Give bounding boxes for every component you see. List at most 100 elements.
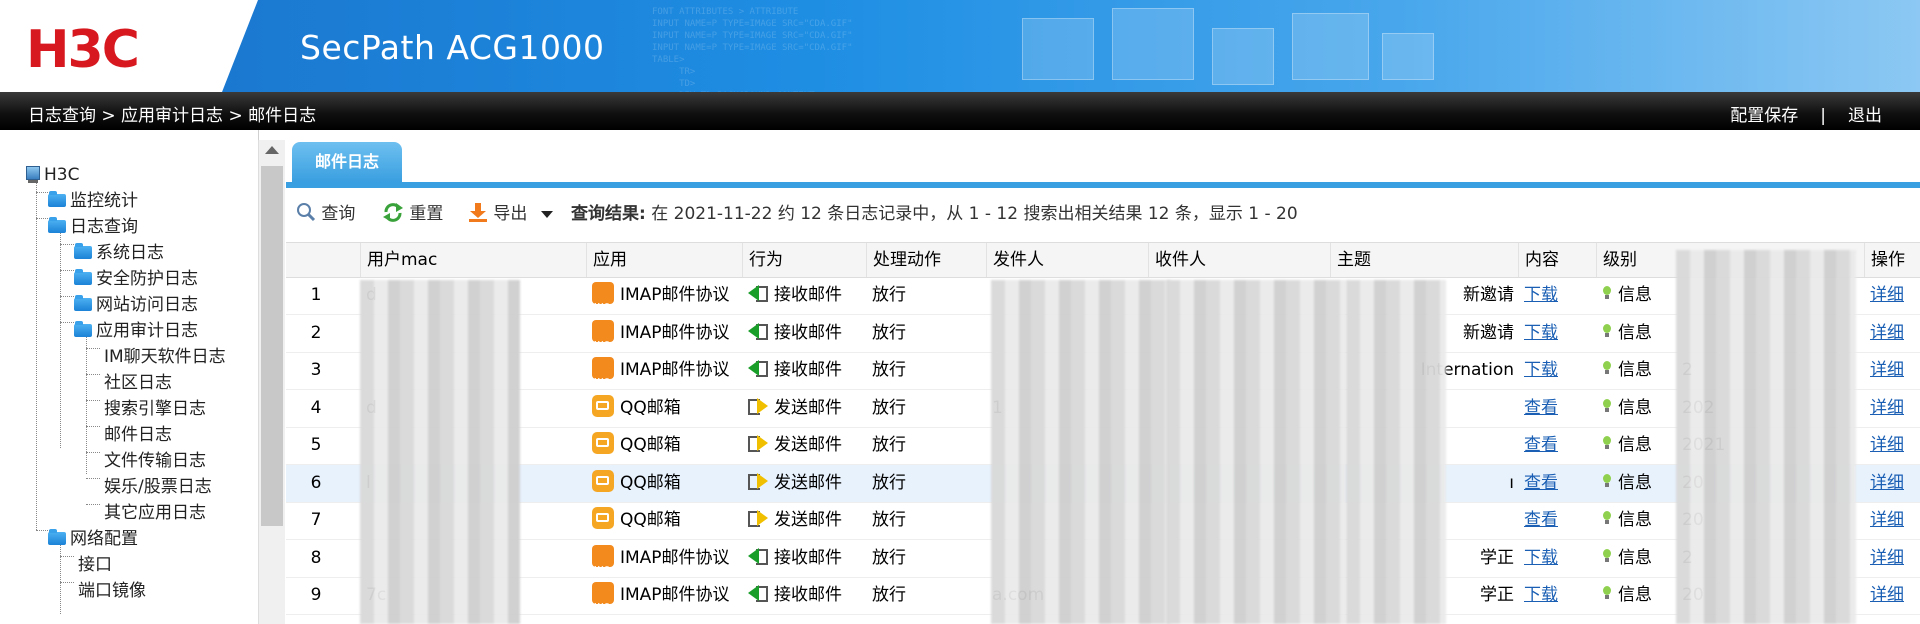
cell-level: 信息 xyxy=(1602,427,1676,464)
breadcrumb: 日志查询 > 应用审计日志 > 邮件日志 xyxy=(28,106,317,126)
cell-app: IMAP邮件协议 xyxy=(592,577,744,614)
detail-link[interactable]: 详细 xyxy=(1870,465,1920,502)
sidebar-tree: H3C 监控统计 日志查询 系统日志 安全防护日志 网站访问日志 应用审计日志 … xyxy=(0,130,259,624)
cell-content-link[interactable]: 下载 xyxy=(1524,577,1584,614)
tree-item-other-log[interactable]: 其它应用日志 xyxy=(104,500,206,526)
col-subject: 主题 xyxy=(1330,243,1517,277)
save-config-link[interactable]: 配置保存 xyxy=(1730,106,1798,126)
qq-mail-icon xyxy=(592,507,614,529)
cell-handle: 放行 xyxy=(872,397,906,418)
imap-icon xyxy=(592,319,614,352)
tree-item-monitor[interactable]: 监控统计 xyxy=(48,188,138,214)
cell-action: 发送邮件 xyxy=(748,502,864,539)
cell-content-link[interactable]: 下载 xyxy=(1524,540,1584,577)
query-button[interactable]: 查询 xyxy=(296,202,355,226)
cell-handle: 放行 xyxy=(872,510,906,530)
bulb-icon xyxy=(1602,511,1612,525)
row-number: 2 xyxy=(310,322,322,343)
sidebar-scrollbar[interactable] xyxy=(258,140,285,624)
scroll-up-icon[interactable] xyxy=(265,146,279,154)
detail-link[interactable]: 详细 xyxy=(1870,502,1920,539)
reset-button[interactable]: 重置 xyxy=(382,202,443,226)
tree-item-mail-log[interactable]: 邮件日志 xyxy=(104,422,172,448)
app-header: H3C FONT ATTRIBUTES > ATTRIBUTE INPUT NA… xyxy=(0,0,1920,92)
logout-link[interactable]: 退出 xyxy=(1848,106,1882,126)
cell-content-link[interactable]: 下载 xyxy=(1524,352,1584,389)
table-header: 用户mac 应用 行为 处理动作 发件人 收件人 主题 内容 级别 操作 xyxy=(286,242,1920,278)
cell-app: QQ邮箱 xyxy=(592,502,744,539)
cell-handle: 放行 xyxy=(872,585,906,605)
cell-content-link[interactable]: 查看 xyxy=(1524,427,1584,464)
cell-content-link[interactable]: 查看 xyxy=(1524,465,1584,502)
detail-link[interactable]: 详细 xyxy=(1870,577,1920,614)
col-level: 级别 xyxy=(1596,243,1683,277)
redaction-subject xyxy=(1346,280,1446,624)
cell-level: 信息 xyxy=(1602,502,1676,539)
folder-open-icon xyxy=(48,216,66,233)
tab-mail-log[interactable]: 邮件日志 xyxy=(292,142,402,182)
detail-link[interactable]: 详细 xyxy=(1870,390,1920,427)
cell-action: 接收邮件 xyxy=(748,540,864,577)
detail-link[interactable]: 详细 xyxy=(1870,427,1920,464)
cell-app: IMAP邮件协议 xyxy=(592,315,744,352)
tree-item-community-log[interactable]: 社区日志 xyxy=(104,370,172,396)
main-content: 邮件日志 查询 重置 导出 查询结果: 在 2021-11-22 约 12 条日… xyxy=(286,130,1920,624)
col-content: 内容 xyxy=(1518,243,1595,277)
cell-handle: 放行 xyxy=(872,472,906,493)
detail-link[interactable]: 详细 xyxy=(1870,540,1920,577)
tree-item-log-query[interactable]: 日志查询 xyxy=(48,214,138,240)
receive-mail-icon xyxy=(748,285,768,302)
receive-mail-icon xyxy=(748,585,768,602)
chevron-down-icon xyxy=(540,210,553,218)
detail-link[interactable]: 详细 xyxy=(1870,315,1920,352)
tree-item-app-audit-log[interactable]: 应用审计日志 xyxy=(74,318,198,344)
folder-icon xyxy=(74,242,92,259)
cell-content-link[interactable]: 下载 xyxy=(1524,277,1584,314)
tree-item-entertainment-log[interactable]: 娱乐/股票日志 xyxy=(104,474,212,500)
tree-item-web-log[interactable]: 网站访问日志 xyxy=(74,292,198,318)
col-handle: 处理动作 xyxy=(866,243,983,277)
qq-mail-icon xyxy=(592,432,614,454)
redaction-recipient xyxy=(1166,280,1346,624)
cell-app: QQ邮箱 xyxy=(592,427,744,464)
imap-icon xyxy=(592,357,614,389)
tree-root-h3c[interactable]: H3C xyxy=(24,162,79,188)
cell-app: IMAP邮件协议 xyxy=(592,352,744,389)
tree-item-security-log[interactable]: 安全防护日志 xyxy=(74,266,198,292)
bulb-icon xyxy=(1602,286,1612,300)
bulb-icon xyxy=(1602,548,1612,563)
imap-icon xyxy=(592,282,614,314)
cell-action: 接收邮件 xyxy=(748,577,864,614)
tree-item-network-config[interactable]: 网络配置 xyxy=(48,526,138,552)
tree-item-file-log[interactable]: 文件传输日志 xyxy=(104,448,206,474)
col-operation: 操作 xyxy=(1864,243,1920,277)
tree-item-im-log[interactable]: IM聊天软件日志 xyxy=(104,344,226,370)
cell-content-link[interactable]: 查看 xyxy=(1524,390,1584,427)
cell-level: 信息 xyxy=(1602,277,1676,314)
cell-level: 信息 xyxy=(1602,352,1676,389)
cell-content-link[interactable]: 下载 xyxy=(1524,315,1584,352)
receive-mail-icon xyxy=(748,547,768,565)
detail-link[interactable]: 详细 xyxy=(1870,352,1920,389)
banner-code-decoration: FONT ATTRIBUTES > ATTRIBUTE INPUT NAME=P… xyxy=(652,7,853,92)
cell-level: 信息 xyxy=(1602,540,1676,577)
export-button[interactable]: 导出 xyxy=(468,202,553,226)
receive-mail-icon xyxy=(748,360,768,377)
imap-icon xyxy=(592,582,614,614)
nav-bar: 日志查询 > 应用审计日志 > 邮件日志 配置保存 | 退出 xyxy=(0,92,1920,130)
detail-link[interactable]: 详细 xyxy=(1870,277,1920,314)
query-result: 查询结果: 在 2021-11-22 约 12 条日志记录中，从 1 - 12 … xyxy=(571,204,1298,224)
tree-item-port-mirror[interactable]: 端口镜像 xyxy=(78,578,146,604)
row-number: 7 xyxy=(310,510,322,530)
tree-item-search-log[interactable]: 搜索引擎日志 xyxy=(104,396,206,422)
cell-app: QQ邮箱 xyxy=(592,390,744,427)
col-app: 应用 xyxy=(586,243,743,277)
nav-actions: 配置保存 | 退出 xyxy=(1730,101,1882,126)
tree-item-interface[interactable]: 接口 xyxy=(78,552,112,578)
scroll-thumb[interactable] xyxy=(261,166,283,526)
product-name: SecPath ACG1000 xyxy=(300,28,605,67)
folder-icon xyxy=(48,190,66,207)
bulb-icon xyxy=(1602,473,1612,488)
cell-content-link[interactable]: 查看 xyxy=(1524,502,1584,539)
tree-item-system-log[interactable]: 系统日志 xyxy=(74,240,164,266)
